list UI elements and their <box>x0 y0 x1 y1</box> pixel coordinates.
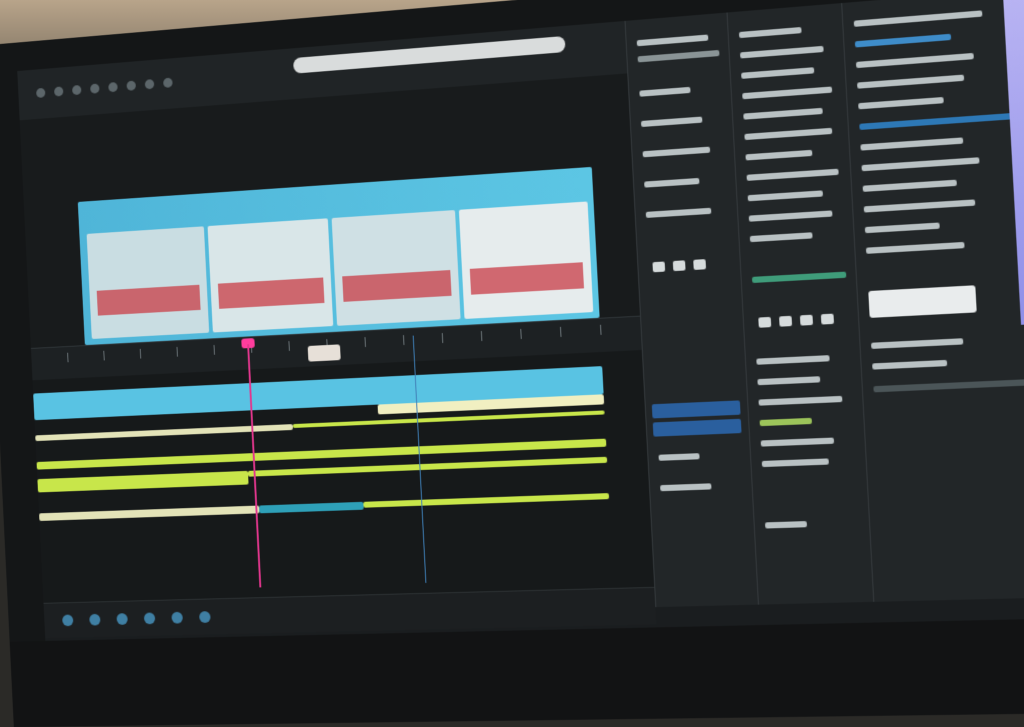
ripple-edit-icon[interactable] <box>72 85 82 95</box>
audio-track-clip[interactable] <box>37 471 248 493</box>
monitor <box>0 0 1024 727</box>
selected-effect-row[interactable] <box>653 419 742 437</box>
clip-thumbnail[interactable] <box>208 218 334 332</box>
track-select-icon[interactable] <box>54 86 63 96</box>
audio-track-clip[interactable] <box>248 457 607 477</box>
clip-strip[interactable] <box>78 167 600 345</box>
render-button[interactable] <box>868 285 976 318</box>
pen-tool-icon[interactable] <box>126 81 136 91</box>
keyframe-button[interactable] <box>693 259 706 270</box>
zoom-icon[interactable] <box>144 612 156 624</box>
program-monitor <box>20 73 640 348</box>
zoom-icon[interactable] <box>171 612 183 624</box>
clip-thumbnail[interactable] <box>332 210 461 326</box>
grid-button[interactable] <box>758 317 771 328</box>
clip-thumbnail[interactable] <box>87 226 210 339</box>
zoom-icon[interactable] <box>116 613 128 625</box>
keyframe-button[interactable] <box>652 261 665 272</box>
zoom-icon[interactable] <box>62 615 73 627</box>
clip-thumbnail[interactable] <box>459 201 593 319</box>
slip-tool-icon[interactable] <box>108 82 118 92</box>
editor-window <box>17 0 1024 641</box>
type-tool-icon[interactable] <box>163 78 173 88</box>
razor-tool-icon[interactable] <box>90 83 100 93</box>
audio-track-clip[interactable] <box>39 506 259 521</box>
timecode-label <box>308 344 341 361</box>
search-input[interactable] <box>293 36 566 74</box>
hand-tool-icon[interactable] <box>145 79 155 89</box>
zoom-icon[interactable] <box>89 614 100 626</box>
audio-track-clip[interactable] <box>35 424 293 441</box>
grid-button[interactable] <box>779 316 792 327</box>
grid-button[interactable] <box>821 314 834 325</box>
preview-window <box>1003 0 1024 325</box>
audio-track-clip[interactable] <box>293 410 605 428</box>
zoom-icon[interactable] <box>199 611 211 623</box>
audio-track-clip[interactable] <box>363 493 609 508</box>
selected-effect-row[interactable] <box>652 400 741 418</box>
select-tool-icon[interactable] <box>36 88 45 98</box>
timeline-panel <box>33 350 656 618</box>
project-panel <box>841 0 1024 602</box>
grid-button[interactable] <box>800 315 813 326</box>
audio-track-clip[interactable] <box>259 502 364 514</box>
keyframe-button[interactable] <box>673 260 686 271</box>
